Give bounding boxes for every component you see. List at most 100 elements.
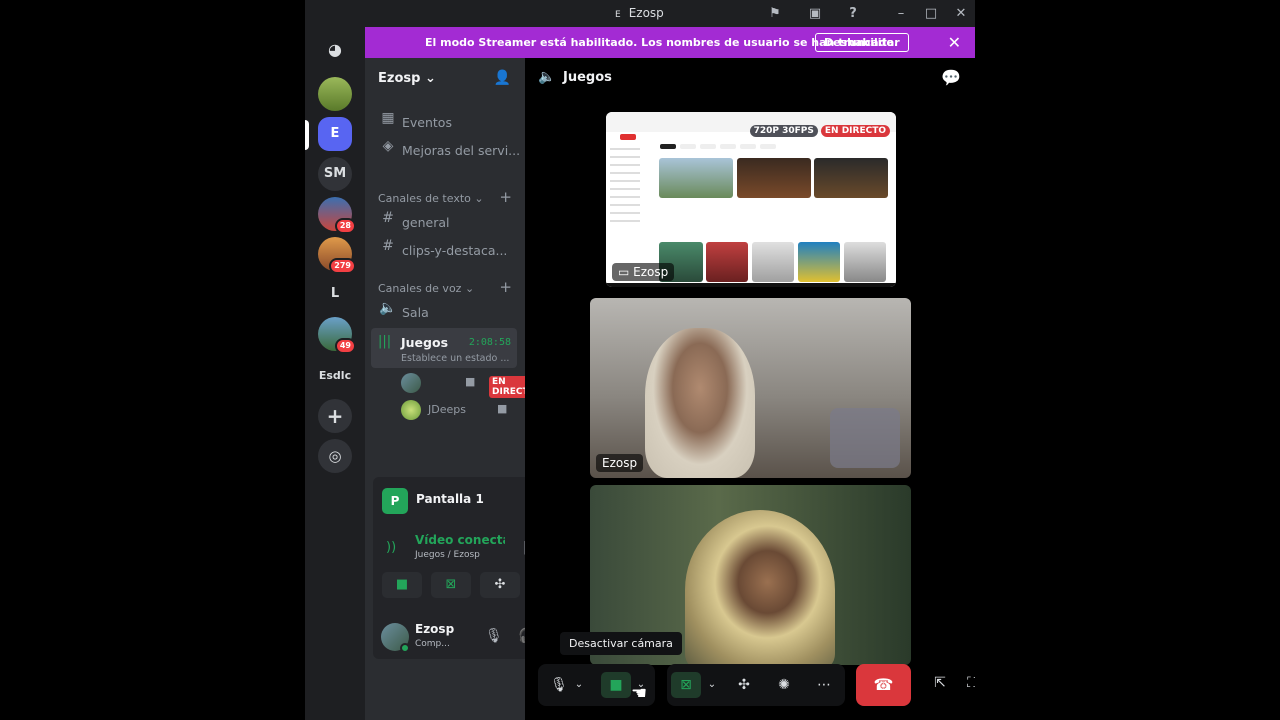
stage-channel-name: Juegos bbox=[563, 70, 612, 85]
discord-icon[interactable]: ◕ bbox=[318, 33, 352, 67]
server-label: L bbox=[330, 286, 340, 301]
youtube-logo bbox=[620, 134, 636, 140]
server-rail: ◕ E SM 28 279 L 49 Esdlc + ◎ bbox=[305, 27, 365, 720]
connection-title[interactable]: Vídeo conectado bbox=[415, 533, 505, 547]
camera-icon: ■ bbox=[497, 402, 508, 415]
soundboard-icon[interactable]: ✺ bbox=[769, 672, 799, 698]
voice-user-2[interactable]: JDeeps ■ bbox=[401, 399, 517, 421]
flag-icon[interactable]: ⚑ bbox=[766, 5, 784, 22]
invite-icon[interactable]: 👤 bbox=[494, 70, 511, 86]
channel-clips[interactable]: # clips-y-destaca... bbox=[373, 238, 519, 264]
server-esdlc[interactable]: Esdlc bbox=[318, 359, 352, 393]
screen-avatar: P bbox=[382, 488, 408, 514]
fullscreen-icon[interactable]: ⛶ bbox=[957, 670, 975, 696]
share-group: ⊠ ⌄ ✣ ✺ ⋯ bbox=[667, 664, 845, 706]
boost-icon: ◈ bbox=[382, 138, 394, 154]
help-icon[interactable]: ? bbox=[844, 5, 862, 22]
hangup-icon[interactable]: ☎ bbox=[856, 664, 911, 706]
hash-icon: # bbox=[382, 238, 394, 254]
close-icon[interactable]: ✕ bbox=[948, 33, 961, 52]
signal-icon: )) bbox=[386, 540, 397, 555]
streamer-mode-banner: El modo Streamer está habilitado. Los no… bbox=[365, 27, 975, 58]
add-text-channel-icon[interactable]: + bbox=[499, 188, 512, 206]
speaker-icon: 🔈 bbox=[538, 69, 556, 85]
short-thumbnail bbox=[798, 242, 840, 282]
quality-badge: 720P 30FPS bbox=[749, 125, 818, 137]
voice-category[interactable]: Canales de voz ⌄ bbox=[378, 282, 474, 295]
title-bar: E Ezosp ⚑ ▣ ? – □ ✕ bbox=[305, 0, 975, 27]
guild-header[interactable]: Ezosp ⌄ 👤 bbox=[365, 58, 525, 98]
yt-chip bbox=[660, 144, 676, 149]
stage-header: 🔈 Juegos 💬 bbox=[525, 58, 975, 98]
events-label: Eventos bbox=[402, 115, 452, 130]
voice-channel-name: Juegos bbox=[401, 335, 449, 350]
guild-name-text: Ezosp bbox=[378, 71, 421, 86]
screen-label: Pantalla 1 bbox=[416, 492, 484, 506]
camera-tile[interactable]: Ezosp bbox=[590, 298, 911, 478]
server-l[interactable]: L bbox=[318, 277, 352, 311]
events-item[interactable]: ▦ Eventos bbox=[373, 110, 519, 136]
taskbar bbox=[606, 283, 896, 287]
maximize-icon[interactable]: □ bbox=[922, 5, 940, 22]
server-avatar-3[interactable]: 28 bbox=[318, 197, 356, 234]
stream-badges: 720P 30FPS EN DIRECTO bbox=[747, 118, 890, 137]
add-voice-channel-icon[interactable]: + bbox=[499, 278, 512, 296]
participant-name: ▭ Ezosp bbox=[612, 263, 675, 281]
server-label: SM bbox=[323, 166, 347, 181]
avatar bbox=[401, 373, 421, 393]
text-category[interactable]: Canales de texto ⌄ bbox=[378, 192, 484, 205]
activities-icon[interactable]: ✣ bbox=[729, 672, 759, 698]
username: Ezosp bbox=[415, 622, 455, 636]
explore-icon[interactable]: ◎ bbox=[318, 439, 352, 473]
voice-channel-sala[interactable]: 🔈 Sala bbox=[373, 300, 519, 326]
camera-toggle-button[interactable]: ■ bbox=[601, 672, 631, 698]
server-label: Esdlc bbox=[318, 369, 352, 382]
person-silhouette bbox=[645, 328, 755, 478]
activities-button[interactable]: ✣ bbox=[480, 572, 520, 598]
stream-tile[interactable]: 720P 30FPS EN DIRECTO ▭ Ezosp bbox=[606, 112, 896, 287]
server-avatar-6[interactable]: 49 bbox=[318, 317, 356, 354]
short-thumbnail bbox=[752, 242, 794, 282]
boosts-item[interactable]: ◈ Mejoras del servi... bbox=[373, 138, 519, 164]
add-server-icon[interactable]: + bbox=[318, 399, 352, 433]
channel-general[interactable]: # general bbox=[373, 210, 519, 236]
more-icon[interactable]: ⋯ bbox=[809, 672, 839, 698]
background-object bbox=[830, 408, 900, 468]
person-silhouette bbox=[685, 510, 835, 665]
window-title: E Ezosp bbox=[615, 6, 664, 20]
popout-icon[interactable]: ⇱ bbox=[925, 670, 955, 696]
chevron-down-icon[interactable]: ⌄ bbox=[703, 672, 721, 698]
discord-window: E Ezosp ⚑ ▣ ? – □ ✕ ◕ E SM 28 279 L 49 Es… bbox=[305, 0, 975, 720]
boosts-label: Mejoras del servi... bbox=[402, 143, 519, 158]
voice-status: Establece un estado ... bbox=[401, 353, 510, 364]
channel-label: Sala bbox=[402, 305, 429, 320]
participant-name: Ezosp bbox=[596, 454, 644, 472]
server-avatar-1[interactable] bbox=[318, 77, 352, 111]
yt-sidebar bbox=[610, 142, 652, 228]
camera-button[interactable]: ■ bbox=[382, 572, 422, 598]
server-ezosp[interactable]: E bbox=[318, 117, 352, 151]
voice-stage: 🔈 Juegos 💬 720P 30FPS EN DIRECTO ▭ Ezosp… bbox=[525, 58, 975, 720]
yt-chip bbox=[720, 144, 736, 149]
chat-icon[interactable]: 💬 bbox=[941, 68, 961, 87]
screen-icon[interactable]: ▣ bbox=[806, 5, 824, 22]
window-title-glyph: E bbox=[615, 10, 621, 20]
screen-share-icon[interactable]: ⊠ bbox=[671, 672, 701, 698]
mic-icon[interactable]: 🎙 bbox=[485, 628, 503, 644]
screen-share-button[interactable]: ⊠ bbox=[431, 572, 471, 598]
chevron-down-icon[interactable]: ⌄ bbox=[570, 672, 588, 698]
camera-tooltip: Desactivar cámara bbox=[560, 632, 682, 655]
short-thumbnail bbox=[844, 242, 886, 282]
text-category-label: Canales de texto bbox=[378, 192, 471, 205]
minimize-icon[interactable]: – bbox=[892, 5, 910, 22]
server-avatar-4[interactable]: 279 bbox=[318, 237, 356, 274]
connection-subtitle: Juegos / Ezosp bbox=[415, 550, 480, 560]
close-window-icon[interactable]: ✕ bbox=[952, 5, 970, 22]
voice-channel-juegos[interactable]: ||| Juegos 2:08:58 Establece un estado .… bbox=[371, 328, 517, 368]
server-sm[interactable]: SM bbox=[318, 157, 352, 191]
mention-badge: 28 bbox=[334, 218, 356, 234]
window-title-text: Ezosp bbox=[628, 6, 664, 20]
disable-streamer-button[interactable]: Deshabilitar bbox=[815, 33, 909, 52]
yt-chip bbox=[680, 144, 696, 149]
voice-user-1[interactable]: ■ EN DIRECTO bbox=[401, 372, 540, 398]
